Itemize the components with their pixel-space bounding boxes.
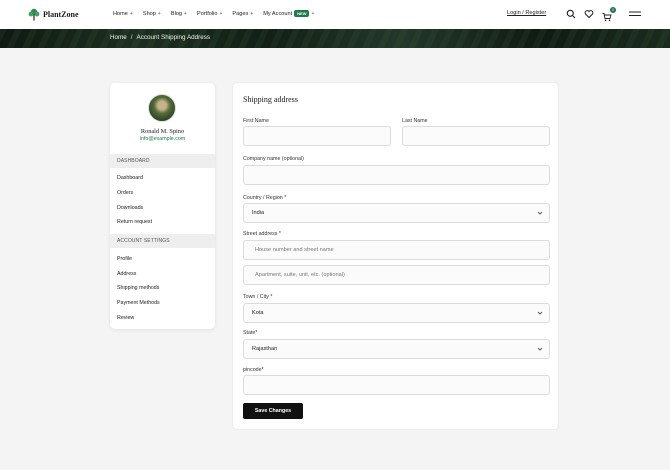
first-name-label: First Name	[243, 118, 269, 124]
nav-label: Blog	[170, 10, 183, 17]
shipping-address-panel: Shipping address First Name Last Name Co…	[232, 82, 559, 430]
sidebar-item-address[interactable]: Address	[117, 271, 136, 277]
sidebar-item-shipping-methods[interactable]: Shipping methods	[117, 285, 159, 291]
nav-label: Home	[113, 10, 128, 17]
first-name-field[interactable]	[243, 126, 391, 146]
logo[interactable]: PlantZone	[28, 8, 79, 21]
nav-label: Shop	[142, 10, 156, 17]
city-select[interactable]: Kota	[243, 303, 550, 323]
brand-name: PlantZone	[43, 10, 79, 19]
account-sidebar: Ronald M. Spino info@example.com DASHBOA…	[110, 83, 215, 329]
nav-pages[interactable]: Pages +	[232, 10, 253, 17]
company-label: Company name (optional)	[243, 156, 304, 162]
new-badge: NEW	[294, 10, 310, 17]
nav-blog[interactable]: Blog +	[171, 10, 187, 17]
nav-my-account[interactable]: My Account NEW +	[263, 10, 314, 17]
breadcrumb-home[interactable]: Home	[110, 34, 127, 41]
plus-icon: +	[219, 10, 223, 17]
breadcrumb: Home / Account Shipping Address	[110, 34, 210, 41]
search-icon[interactable]	[566, 9, 576, 19]
sidebar-item-profile[interactable]: Profile	[117, 256, 132, 262]
account-settings-heading: ACCOUNT SETTINGS	[110, 234, 215, 248]
city-value: Kota	[252, 310, 264, 316]
sidebar-item-dashboard[interactable]: Dashboard	[117, 175, 143, 181]
sidebar-item-orders[interactable]: Orders	[117, 190, 133, 196]
state-select[interactable]: Rajasthan	[243, 339, 550, 359]
chevron-down-icon	[537, 347, 543, 351]
chevron-down-icon	[537, 211, 543, 215]
breadcrumb-separator: /	[130, 34, 133, 41]
dashboard-heading: DASHBOARD	[110, 154, 215, 168]
page-title: Shipping address	[243, 95, 298, 104]
plus-icon: +	[184, 10, 187, 17]
sidebar-item-downloads[interactable]: Downloads	[117, 205, 143, 211]
nav-home[interactable]: Home +	[113, 10, 133, 17]
cart-count-badge: 0	[610, 7, 616, 13]
street-label: Street address *	[243, 231, 281, 237]
plus-icon: +	[311, 10, 315, 17]
street-line2-field[interactable]: Apartment, suite, unit, etc. (optional)	[243, 265, 550, 285]
pincode-field[interactable]	[243, 375, 550, 395]
plus-icon: +	[250, 10, 254, 17]
save-changes-button[interactable]: Save Changes	[243, 403, 303, 419]
last-name-field[interactable]	[402, 126, 550, 146]
nav-label: My Account	[263, 10, 293, 17]
street-line1-field[interactable]: House number and street name	[243, 240, 550, 260]
site-header: PlantZone Home + Shop + Blog + Portfolio + P…	[0, 0, 670, 29]
chevron-down-icon	[537, 311, 543, 315]
hamburger-menu-icon[interactable]	[629, 9, 641, 19]
cart-button[interactable]: 0	[602, 7, 616, 22]
plus-icon: +	[129, 10, 133, 17]
company-field[interactable]	[243, 165, 550, 185]
nav-label: Portfolio	[196, 10, 218, 17]
sidebar-item-return-request[interactable]: Return request	[117, 219, 152, 225]
country-label: Country / Region *	[243, 195, 287, 201]
breadcrumb-current: Account Shipping Address	[136, 34, 211, 41]
main-nav: Home + Shop + Blog + Portfolio + Pages + My A…	[113, 10, 314, 17]
cart-icon	[602, 13, 612, 22]
pincode-label: pincode*	[243, 367, 264, 373]
login-register-link[interactable]: Login / Register	[507, 10, 546, 16]
avatar	[148, 94, 176, 122]
sidebar-item-review[interactable]: Review	[117, 315, 134, 321]
state-label: State*	[243, 330, 258, 336]
tree-logo-icon	[28, 8, 40, 21]
country-value: India	[252, 210, 265, 216]
nav-shop[interactable]: Shop +	[143, 10, 161, 17]
city-label: Town / City *	[243, 294, 273, 300]
nav-portfolio[interactable]: Portfolio +	[197, 10, 222, 17]
breadcrumb-banner: Home / Account Shipping Address	[0, 29, 670, 48]
plus-icon: +	[157, 10, 161, 17]
last-name-label: Last Name	[402, 118, 428, 124]
nav-label: Pages	[232, 10, 249, 17]
heart-icon[interactable]	[584, 9, 594, 19]
country-select[interactable]: India	[243, 203, 550, 223]
user-email[interactable]: info@example.com	[110, 136, 215, 142]
sidebar-item-payment-methods[interactable]: Payment Methods	[117, 300, 160, 306]
state-value: Rajasthan	[252, 346, 278, 352]
user-name: Ronald M. Spino	[140, 128, 185, 135]
